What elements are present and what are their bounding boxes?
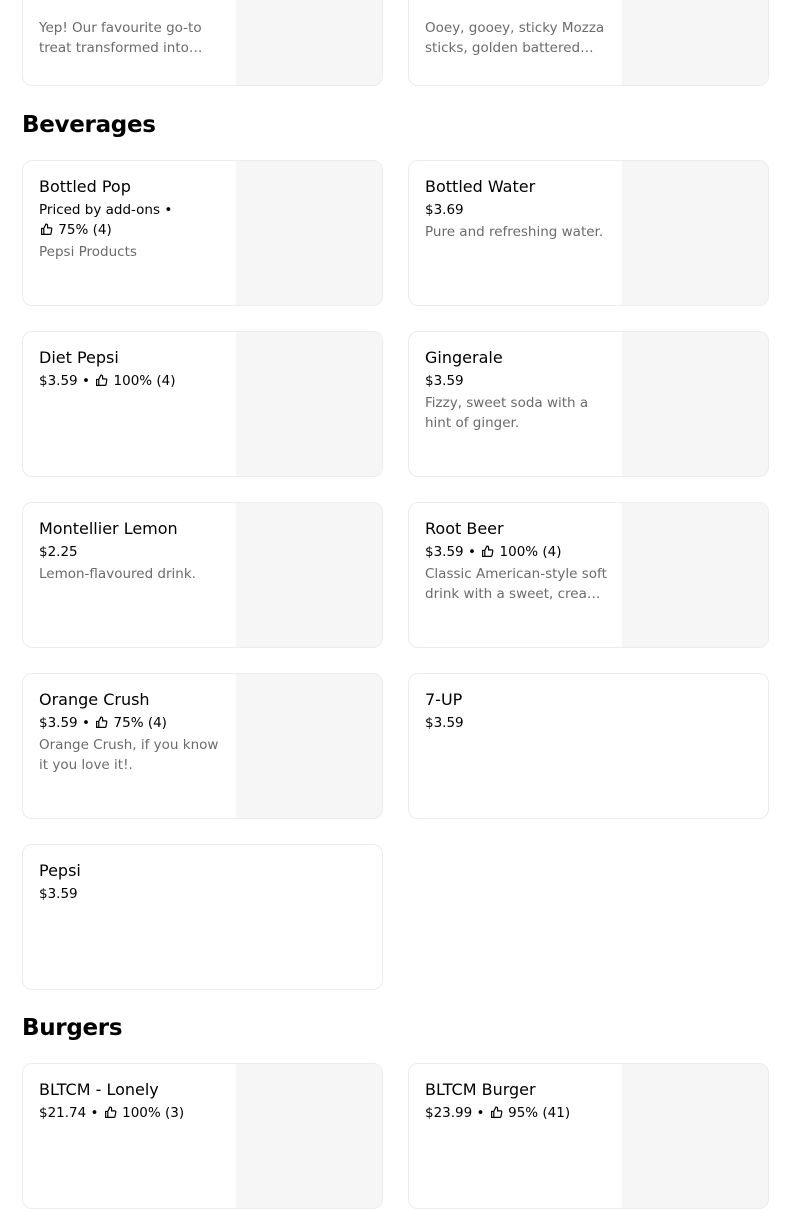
menu-item-card[interactable]: Yep! Our favourite go-to treat transform… (22, 0, 383, 86)
item-description: Yep! Our favourite go-to treat transform… (39, 20, 202, 56)
item-description: Pepsi Products (39, 244, 137, 260)
separator: • (476, 1105, 485, 1121)
item-price: $21.74 (39, 1105, 87, 1121)
menu-item-card[interactable]: Gingerale $3.59 Fizzy, sweet soda with a… (408, 331, 769, 477)
item-price: $3.59 (425, 544, 464, 560)
item-rating: 100% (4) (499, 544, 562, 560)
section-title-burgers: Burgers (22, 1015, 123, 1041)
item-price: Priced by add-ons (39, 202, 161, 218)
item-rating: 100% (3) (122, 1105, 185, 1121)
item-rating: 95% (41) (508, 1105, 571, 1121)
item-rating: 75% (4) (113, 715, 167, 731)
item-meta: $3.59 • 75% (4) (39, 713, 223, 733)
item-image (622, 503, 768, 647)
item-description: Ooey, gooey, sticky Mozza sticks, golden… (425, 20, 605, 56)
item-description: Orange Crush, if you know it you love it… (39, 737, 219, 773)
menu-item-card[interactable]: BLTCM - Lonely $21.74 • 100% (3) (22, 1063, 383, 1209)
item-name: Root Beer (425, 519, 504, 538)
separator: • (164, 202, 173, 218)
thumbs-up-icon (490, 1106, 503, 1118)
menu-item-card[interactable]: Root Beer $3.59 • 100% (4) Classic Ameri… (408, 502, 769, 648)
item-price: $3.59 (39, 715, 78, 731)
item-meta: $3.59 • 100% (4) (425, 542, 609, 562)
item-name: Bottled Pop (39, 177, 131, 196)
menu-item-card[interactable]: Bottled Pop Priced by add-ons • 75% (4) … (22, 160, 383, 306)
item-rating: 100% (4) (113, 373, 176, 389)
section-title-beverages: Beverages (22, 112, 156, 138)
thumbs-up-icon (96, 716, 108, 728)
menu-item-card[interactable]: Diet Pepsi $3.59 • 100% (4) (22, 331, 383, 477)
item-image (236, 0, 382, 85)
thumbs-up-icon (104, 1106, 117, 1118)
menu-item-card[interactable]: Montellier Lemon $2.25 Lemon-flavoured d… (22, 502, 383, 648)
item-meta: $23.99 • 95% (41) (425, 1103, 609, 1123)
item-image (622, 0, 768, 85)
item-image (236, 1064, 382, 1208)
item-name: Orange Crush (39, 690, 150, 709)
item-description: Classic American-style soft drink with a… (425, 566, 608, 602)
menu-item-card[interactable]: 7-UP $3.59 (408, 673, 769, 819)
item-price: $2.25 (39, 544, 78, 560)
thumbs-up-icon (96, 374, 108, 386)
menu-item-card[interactable]: Orange Crush $3.59 • 75% (4) Orange Crus… (22, 673, 383, 819)
menu-page: Yep! Our favourite go-to treat transform… (0, 0, 804, 1209)
item-price: $23.99 (425, 1105, 473, 1121)
thumbs-up-icon (482, 545, 494, 557)
item-name: 7-UP (425, 690, 463, 709)
item-price: $3.69 (425, 202, 464, 218)
separator: • (81, 373, 90, 389)
item-price: $3.59 (425, 373, 464, 389)
item-description: Pure and refreshing water. (425, 224, 604, 240)
item-name: Gingerale (425, 348, 503, 367)
item-meta: $21.74 • 100% (3) (39, 1103, 223, 1123)
item-image (236, 674, 382, 818)
menu-item-card[interactable]: Ooey, gooey, sticky Mozza sticks, golden… (408, 0, 769, 86)
item-image (236, 161, 382, 305)
item-name: Diet Pepsi (39, 348, 119, 367)
item-name: Pepsi (39, 861, 81, 880)
item-image (236, 332, 382, 476)
item-image (622, 1064, 768, 1208)
item-image (622, 161, 768, 305)
item-rating: 75% (4) (58, 222, 112, 238)
item-price: $3.59 (39, 886, 78, 902)
item-price: $3.59 (425, 715, 464, 731)
item-description: Lemon-flavoured drink. (39, 566, 196, 582)
separator: • (467, 544, 476, 560)
item-name: BLTCM Burger (425, 1080, 536, 1099)
item-image (236, 503, 382, 647)
menu-item-card[interactable]: Bottled Water $3.69 Pure and refreshing … (408, 160, 769, 306)
menu-item-card[interactable]: BLTCM Burger $23.99 • 95% (41) (408, 1063, 769, 1209)
item-name: BLTCM - Lonely (39, 1080, 159, 1099)
separator: • (81, 715, 90, 731)
item-meta: $3.59 • 100% (4) (39, 371, 223, 391)
separator: • (90, 1105, 99, 1121)
menu-item-card[interactable]: Pepsi $3.59 (22, 844, 383, 990)
item-description: Fizzy, sweet soda with a hint of ginger. (425, 395, 589, 431)
item-price: $3.59 (39, 373, 78, 389)
item-image (622, 332, 768, 476)
item-meta: Priced by add-ons • 75% (4) (39, 200, 189, 240)
item-name: Montellier Lemon (39, 519, 178, 538)
thumbs-up-icon (41, 223, 53, 235)
item-name: Bottled Water (425, 177, 536, 196)
